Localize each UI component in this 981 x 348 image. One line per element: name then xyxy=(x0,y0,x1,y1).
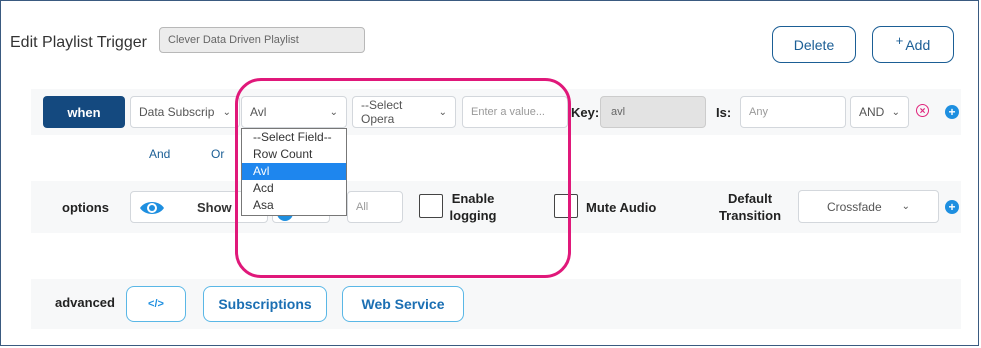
web-service-button[interactable]: Web Service xyxy=(342,286,464,322)
key-label: Key: xyxy=(571,105,600,120)
code-editor-button[interactable]: </> xyxy=(126,286,186,322)
code-icon: </> xyxy=(148,298,164,310)
is-label: Is: xyxy=(716,105,732,120)
advanced-label: advanced xyxy=(55,295,115,310)
add-option-icon[interactable]: + xyxy=(945,200,959,214)
chevron-down-icon: ⌄ xyxy=(891,106,900,118)
and-link[interactable]: And xyxy=(149,147,170,161)
when-button[interactable]: when xyxy=(43,96,125,128)
transition-select[interactable]: Crossfade ⌄ xyxy=(798,190,939,223)
logic-select[interactable]: AND ⌄ xyxy=(850,96,909,128)
options-label: options xyxy=(62,200,109,215)
subscriptions-button[interactable]: Subscriptions xyxy=(203,286,327,322)
add-button[interactable]: + Add xyxy=(872,26,954,63)
default-transition-label: Default Transition xyxy=(718,191,782,223)
page-title: Edit Playlist Trigger xyxy=(10,34,147,51)
plus-icon: + xyxy=(895,33,904,48)
chevron-down-icon: ⌄ xyxy=(901,201,911,212)
key-value-field: avl xyxy=(600,96,706,128)
remove-condition-icon[interactable]: × xyxy=(916,104,929,117)
delete-button[interactable]: Delete xyxy=(772,26,856,63)
is-value-input[interactable]: Any xyxy=(740,96,846,128)
highlight-annotation xyxy=(235,78,571,278)
app-frame: Edit Playlist Trigger Clever Data Driven… xyxy=(0,0,979,346)
source-select-value: Data Subscrip xyxy=(139,105,215,119)
add-button-label: Add xyxy=(905,36,931,53)
add-condition-icon[interactable]: + xyxy=(945,105,959,119)
source-select[interactable]: Data Subscrip ⌄ xyxy=(130,96,240,128)
or-link[interactable]: Or xyxy=(211,147,224,161)
playlist-name-field[interactable]: Clever Data Driven Playlist xyxy=(159,27,365,53)
mute-audio-label: Mute Audio xyxy=(586,200,657,215)
logic-select-value: AND xyxy=(859,105,885,119)
chevron-down-icon: ⌄ xyxy=(222,106,231,118)
show-label: Show xyxy=(197,200,232,215)
transition-select-value: Crossfade xyxy=(826,199,882,214)
eye-icon xyxy=(140,202,164,214)
